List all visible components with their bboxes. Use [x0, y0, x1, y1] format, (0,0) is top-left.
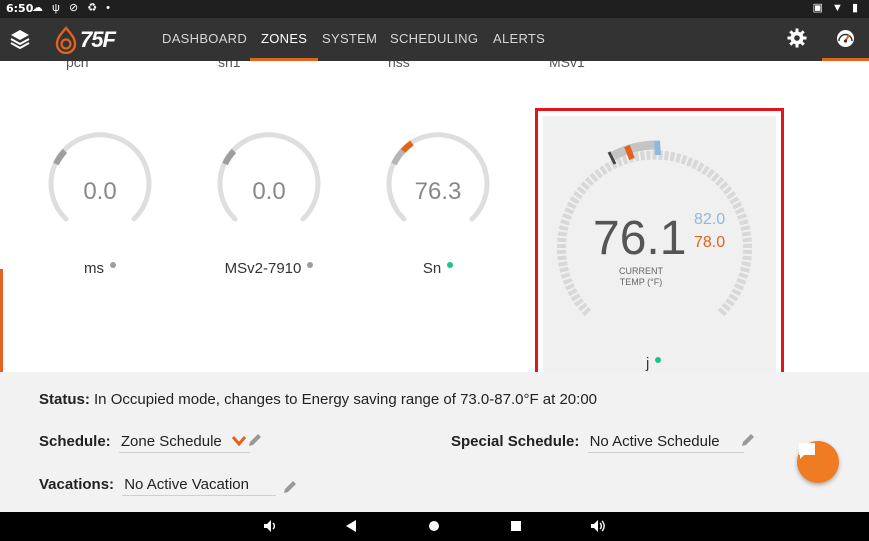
- logo-text: 75F: [80, 27, 116, 52]
- zone-name: ms: [45, 260, 155, 277]
- zone-info-panel: Status: In Occupied mode, changes to Ene…: [0, 372, 869, 512]
- home-icon[interactable]: [428, 519, 440, 538]
- vacations-row: Vacations: No Active Vacation: [39, 476, 277, 496]
- tab-dashboard-gauge[interactable]: [822, 18, 869, 61]
- zone-card-ms[interactable]: 0.0 ms: [45, 130, 165, 277]
- back-icon[interactable]: [345, 519, 357, 538]
- selected-zone-dial-area: 76.1 CURRENT TEMP (°F) 82.0 78.0 j: [543, 116, 776, 372]
- current-temp-label: CURRENT TEMP (°F): [619, 266, 663, 287]
- 75f-logo-icon: [55, 26, 77, 55]
- schedule-select[interactable]: Zone Schedule: [118, 433, 250, 453]
- zone-card-msv2-7910[interactable]: 0.0 MSv2-7910: [214, 130, 334, 277]
- current-temperature: 76.1: [593, 212, 687, 265]
- heating-limit: 82.0: [694, 211, 726, 228]
- edit-vacation-pencil-icon[interactable]: [282, 479, 298, 499]
- system-status-icons: ▣ ▼ ▮: [812, 2, 861, 14]
- app-bar: 75F DASHBOARD ZONES SYSTEM SCHEDULING AL…: [0, 18, 869, 61]
- chevron-down-icon: [231, 433, 247, 450]
- zone-status-dot: [447, 262, 454, 268]
- chat-button[interactable]: [797, 441, 839, 483]
- zone-name-partial[interactable]: sn1: [218, 61, 241, 70]
- gear-icon[interactable]: [787, 28, 807, 53]
- zone-temperature: 0.0: [83, 178, 117, 205]
- volume-up-icon[interactable]: [590, 519, 606, 538]
- vacations-label: Vacations:: [39, 476, 115, 493]
- schedule-label: Schedule:: [39, 433, 111, 450]
- zone-name: MSv2-7910: [214, 260, 324, 277]
- status-text: In Occupied mode, changes to Energy savi…: [94, 391, 597, 408]
- scroll-indicator: [0, 269, 3, 372]
- status-row: Status: In Occupied mode, changes to Ene…: [39, 391, 597, 408]
- special-schedule-row: Special Schedule: No Active Schedule: [451, 433, 744, 453]
- tab-scheduling[interactable]: SCHEDULING: [390, 18, 478, 61]
- zone-temperature: 0.0: [252, 178, 286, 205]
- zone-name-partial[interactable]: MSv1: [549, 61, 585, 70]
- selected-zone-name: j: [646, 355, 662, 372]
- notification-icons: ☁ ψ ⊘ ♻ •: [32, 2, 113, 14]
- zone-name-partial[interactable]: pch: [66, 61, 89, 70]
- tab-alerts[interactable]: ALERTS: [493, 18, 545, 61]
- tab-zones[interactable]: ZONES: [250, 18, 319, 61]
- edit-special-schedule-pencil-icon[interactable]: [740, 432, 756, 452]
- recents-icon[interactable]: [510, 519, 522, 538]
- vacations-field[interactable]: No Active Vacation: [122, 476, 277, 496]
- selected-zone-card[interactable]: 76.1 CURRENT TEMP (°F) 82.0 78.0 j: [535, 108, 784, 372]
- android-status-bar: 6:50 ☁ ψ ⊘ ♻ • ▣ ▼ ▮: [0, 0, 869, 18]
- zone-status-dot: [110, 262, 116, 268]
- tab-system[interactable]: SYSTEM: [322, 18, 377, 61]
- status-label: Status:: [39, 391, 90, 408]
- special-schedule-field[interactable]: No Active Schedule: [587, 433, 744, 453]
- zone-temperature: 76.3: [414, 178, 462, 205]
- zone-card-sn[interactable]: 76.3 Sn: [383, 130, 503, 277]
- schedule-row: Schedule: Zone Schedule: [39, 433, 250, 453]
- zone-status-dot: [307, 262, 314, 268]
- clock: 6:50: [6, 2, 34, 15]
- zone-status-dot: [655, 357, 662, 363]
- special-schedule-label: Special Schedule:: [451, 433, 580, 450]
- tab-dashboard[interactable]: DASHBOARD: [162, 18, 247, 61]
- gauge-icon: [836, 29, 855, 53]
- edit-schedule-pencil-icon[interactable]: [247, 432, 263, 452]
- cooling-limit: 78.0: [694, 234, 726, 251]
- volume-down-icon[interactable]: [263, 519, 277, 538]
- android-navigation-bar: [0, 512, 869, 541]
- layers-icon[interactable]: [10, 28, 30, 50]
- zone-name: Sn: [383, 260, 493, 277]
- zone-name-partial[interactable]: hss: [388, 61, 410, 70]
- zones-panel: pch sn1 hss MSv1 0.0 ms 0.0 MSv2-7910 76…: [0, 61, 869, 372]
